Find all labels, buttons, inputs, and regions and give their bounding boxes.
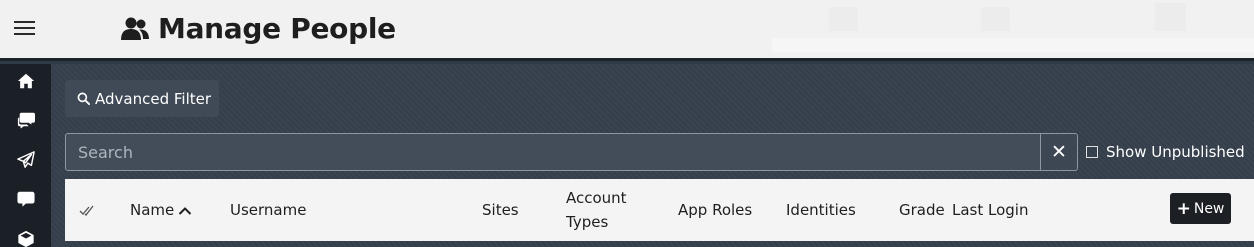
home-icon[interactable] (15, 70, 37, 92)
main-content: Advanced Filter ✕ Show Unpublished Name … (51, 64, 1254, 247)
page-title-group: Manage People (120, 12, 396, 45)
header-placeholder-line (772, 38, 1254, 52)
close-icon: ✕ (1051, 141, 1067, 163)
advanced-filter-label: Advanced Filter (95, 89, 212, 108)
paper-plane-icon[interactable] (15, 149, 37, 171)
chevron-up-icon (179, 206, 192, 215)
column-header-account-types[interactable]: Account Types (566, 186, 627, 234)
top-header: Manage People (0, 0, 1254, 61)
header-placeholder-block (1155, 3, 1186, 31)
show-unpublished-label: Show Unpublished (1106, 143, 1245, 161)
plus-icon: + (1176, 198, 1191, 219)
column-header-identities[interactable]: Identities (786, 198, 856, 222)
column-header-app-roles[interactable]: App Roles (678, 198, 752, 222)
hamburger-icon[interactable] (14, 21, 35, 39)
page-title: Manage People (158, 12, 396, 45)
search-field[interactable] (65, 133, 1041, 171)
advanced-filter-button[interactable]: Advanced Filter (65, 80, 219, 117)
column-header-last-login[interactable]: Last Login (952, 198, 1028, 222)
column-header-grade[interactable]: Grade (899, 198, 945, 222)
header-placeholder-block (981, 7, 1010, 31)
new-person-button[interactable]: + New (1170, 193, 1231, 224)
show-unpublished-toggle[interactable]: Show Unpublished (1086, 143, 1245, 161)
show-unpublished-checkbox[interactable] (1086, 146, 1098, 158)
chat-bubbles-icon[interactable] (15, 109, 37, 131)
cube-icon[interactable] (15, 228, 37, 247)
table-header-row: Name Username Sites Account Types App Ro… (65, 179, 1254, 241)
people-icon (121, 17, 149, 40)
search-icon (77, 92, 90, 105)
search-input[interactable] (66, 134, 1040, 170)
comment-icon[interactable] (15, 188, 37, 210)
double-check-icon[interactable] (79, 203, 95, 217)
sidebar (0, 64, 51, 247)
column-header-username[interactable]: Username (230, 198, 306, 222)
column-header-name[interactable]: Name (130, 198, 192, 222)
clear-search-button[interactable]: ✕ (1041, 133, 1078, 171)
new-button-label: New (1193, 200, 1225, 217)
header-placeholder-block (829, 7, 858, 31)
column-header-sites[interactable]: Sites (482, 198, 519, 222)
